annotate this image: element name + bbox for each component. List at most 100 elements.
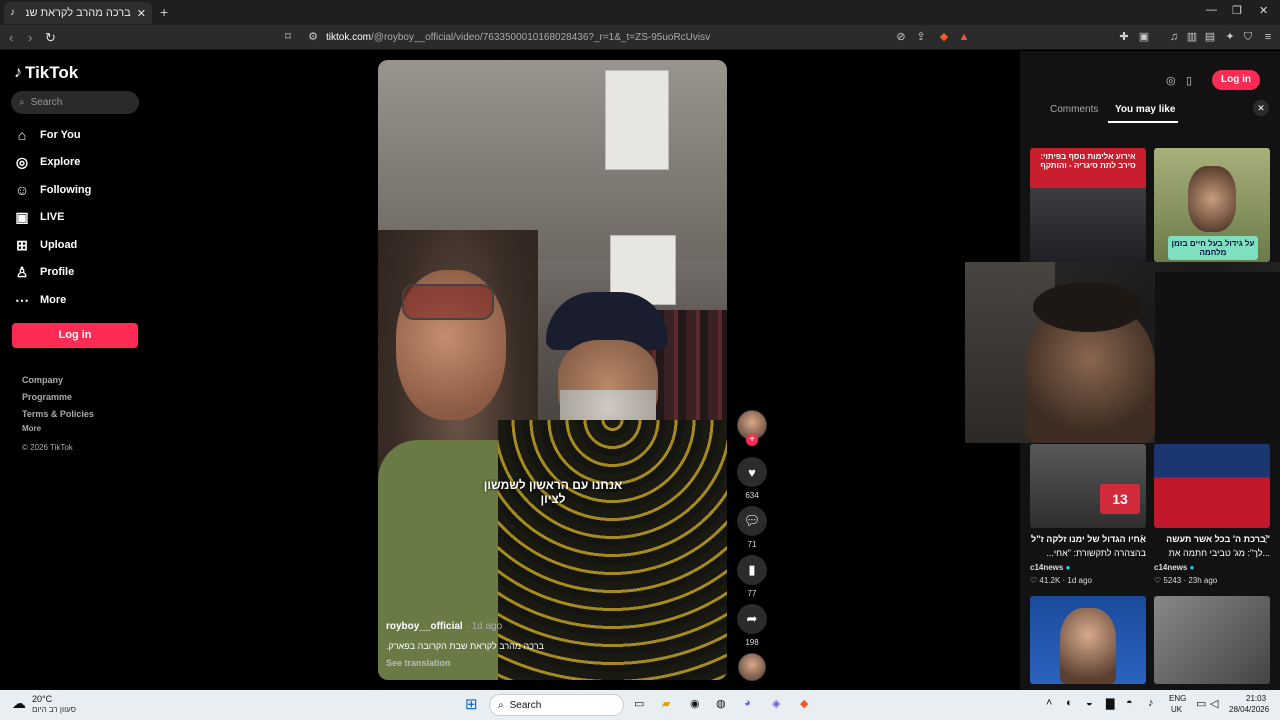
clock-time[interactable]: 21:03 (1246, 694, 1266, 703)
recommended-video-card[interactable]: 13 (1030, 444, 1146, 528)
comment-icon[interactable]: 💬︎ (737, 506, 767, 536)
browser-tab[interactable]: ♪ ברכה מהרב לקראת שבת הקרוב ✕ (4, 2, 152, 24)
lang-indicator[interactable]: ENG (1169, 694, 1186, 703)
screenshot-icon[interactable]: ▣ (1138, 31, 1150, 43)
brave-rewards-icon[interactable]: ▲ (958, 31, 970, 43)
weather-temp: 20°C (32, 694, 53, 704)
footer-terms[interactable]: Terms & Policies (22, 409, 94, 419)
tab-close-icon[interactable]: ✕ (137, 7, 146, 20)
file-explorer-icon[interactable]: ▰ (662, 697, 670, 710)
tray-expand-icon[interactable]: ˄ (1046, 697, 1052, 709)
sidebar-login-button[interactable]: Log in (12, 323, 138, 348)
recommended-video-card[interactable] (1154, 596, 1270, 684)
card-author[interactable]: c14news ● (1030, 563, 1070, 572)
wallet-icon[interactable]: ▤ (1204, 31, 1216, 43)
chrome-icon[interactable]: ◍ (716, 697, 726, 710)
share-icon[interactable]: ⇪ (915, 31, 927, 43)
profile-icon: ♙ (15, 264, 29, 280)
tray-app-icon[interactable]: ◐ (1066, 697, 1073, 709)
verified-icon: ● (1065, 563, 1071, 572)
recommended-video-card[interactable] (1154, 444, 1270, 528)
panel-login-button[interactable]: Log in (1212, 70, 1260, 90)
like-action[interactable]: ♥ 634 (737, 457, 767, 500)
site-info-icon[interactable]: ⚙ (307, 31, 319, 43)
nav-explore[interactable]: ◎ Explore (14, 154, 80, 170)
bookmark-icon[interactable]: ▮ (737, 555, 767, 585)
forward-icon[interactable]: › (28, 30, 32, 45)
app-icon[interactable]: ◈ (772, 697, 780, 710)
card-more-icon[interactable]: ⋮ (1137, 534, 1147, 545)
tiktok-logo[interactable]: ♪ TikTok (14, 63, 78, 83)
card-title[interactable]: "ברכת ה' בכל אשר תעשה (1154, 534, 1270, 544)
panel-close-icon[interactable]: ✕ (1253, 100, 1269, 116)
vpn-icon[interactable]: ⛉ (1242, 31, 1254, 43)
recommended-video-card[interactable]: אירוע אלימות נוסף בפיתוי: סירב לתת סיגרי… (1030, 148, 1146, 262)
sidebar-icon[interactable]: ▥ (1186, 31, 1198, 43)
search-icon: ⌕ (19, 97, 25, 108)
compass-icon: ◎ (15, 154, 29, 170)
tab-comments[interactable]: Comments (1050, 104, 1098, 115)
headphones-area-image (1155, 272, 1280, 443)
comment-action[interactable]: 💬︎ 71 (737, 506, 767, 549)
volume-icon[interactable]: ◁ (1210, 697, 1218, 710)
extensions-icon[interactable]: ✚ (1118, 31, 1130, 43)
recommended-video-card[interactable] (1030, 596, 1146, 684)
footer-programme[interactable]: Programme (22, 392, 72, 402)
share-action[interactable]: ➦ 198 (737, 604, 767, 647)
mute-icon[interactable]: ⊘ (895, 31, 907, 43)
save-action[interactable]: ▮ 77 (737, 555, 767, 598)
nav-for-you[interactable]: ⌂ For You (14, 127, 81, 143)
search-placeholder: Search (30, 97, 63, 108)
discord-icon[interactable]: ◕ (744, 697, 751, 709)
footer-more[interactable]: More (22, 424, 41, 433)
window-close-icon[interactable]: ✕ (1259, 4, 1268, 17)
bookmark-icon[interactable]: ⌑ (282, 31, 294, 43)
video-author[interactable]: royboy__official (386, 621, 463, 632)
nav-more[interactable]: ⋯ More (14, 292, 66, 308)
webcam-overlay (965, 262, 1280, 443)
leo-ai-icon[interactable]: ✦ (1224, 31, 1236, 43)
network-icon[interactable]: ▭ (1196, 697, 1206, 710)
brave-icon[interactable]: ◆ (800, 697, 808, 710)
nav-label: Profile (40, 266, 75, 278)
steam-icon[interactable]: ◉ (690, 697, 700, 710)
follow-plus-icon[interactable]: + (746, 434, 758, 446)
mic-icon[interactable]: ♪ (1148, 697, 1154, 709)
minimize-icon[interactable]: — (1206, 4, 1217, 16)
nav-upload[interactable]: ⊞ Upload (14, 237, 77, 253)
task-view-icon[interactable]: ▭ (634, 697, 644, 710)
card-author[interactable]: c14news ● (1154, 563, 1194, 572)
menu-icon[interactable]: ≡ (1262, 31, 1274, 43)
reload-icon[interactable]: ↻ (45, 30, 56, 46)
sunglasses-image (402, 284, 494, 320)
back-icon[interactable]: ‹ (9, 30, 13, 45)
person-image (1060, 608, 1116, 684)
heart-icon[interactable]: ♥ (737, 457, 767, 487)
maximize-icon[interactable]: ❐ (1232, 4, 1242, 17)
sound-avatar[interactable] (738, 653, 766, 681)
nav-live[interactable]: ▣ LIVE (14, 209, 64, 225)
windows-start-icon[interactable]: ⊞ (465, 695, 478, 713)
footer-company[interactable]: Company (22, 375, 63, 385)
taskbar-search[interactable]: ⌕ Search (489, 694, 624, 716)
tray-app-icon[interactable]: ◓ (1126, 697, 1133, 709)
share-arrow-icon[interactable]: ➦ (737, 604, 767, 634)
recommended-video-card[interactable]: על גידול בעל חיים בזמן מלחמה (1154, 148, 1270, 262)
media-icon[interactable]: ♫ (1168, 31, 1180, 43)
video-player[interactable]: אנחנו עם הראשון לשמשון לציון royboy__off… (378, 60, 727, 680)
nav-profile[interactable]: ♙ Profile (14, 264, 75, 280)
compass-icon[interactable]: ◎ (1166, 74, 1176, 87)
see-translation-link[interactable]: See translation (386, 658, 451, 668)
tray-app-icon[interactable]: ▇ (1106, 697, 1114, 710)
nav-label: LIVE (40, 211, 65, 223)
brave-shield-icon[interactable]: ◆ (938, 31, 950, 43)
card-title[interactable]: אחיו הגדול של ימנו זלקה ז"ל (1030, 534, 1146, 544)
tab-you-may-like[interactable]: You may like (1115, 104, 1175, 115)
nav-following[interactable]: ☺ Following (14, 182, 91, 198)
device-icon[interactable]: ▯ (1186, 74, 1192, 87)
weather-icon[interactable]: ☁ (12, 695, 26, 712)
search-input[interactable]: ⌕ Search (11, 91, 139, 114)
card-more-icon[interactable]: ⋮ (1261, 534, 1271, 545)
new-tab-button[interactable]: + (160, 4, 168, 20)
tray-app-icon[interactable]: ◒ (1086, 697, 1093, 709)
